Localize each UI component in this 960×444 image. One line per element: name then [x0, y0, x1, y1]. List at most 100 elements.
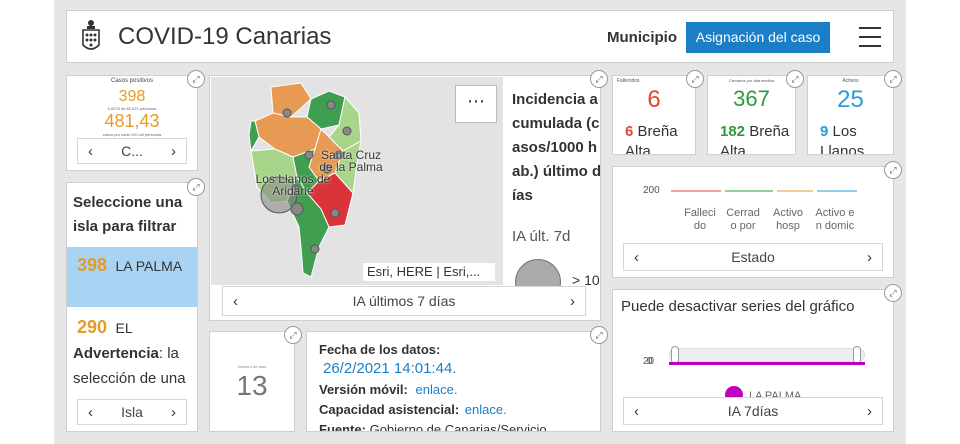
- casos-pager-label: C...: [121, 143, 143, 159]
- isla-pager: ‹ Isla ›: [77, 399, 187, 425]
- expand-icon[interactable]: ⤢: [884, 284, 902, 302]
- active-cases-panel: Activos 25 9 Los Llanos: [807, 75, 894, 155]
- expand-icon[interactable]: ⤢: [187, 178, 205, 196]
- incidencia-ia-label: IA últ. 7d: [512, 228, 571, 245]
- days-panel: Número de días 13: [209, 331, 295, 432]
- isla-warning: Advertencia: la selección de una isla: [73, 341, 191, 397]
- next-arrow-icon[interactable]: ›: [570, 293, 575, 310]
- movil-link[interactable]: enlace: [416, 382, 454, 397]
- island-filter-panel: Seleccione una isla para filtrar 398 LA …: [66, 182, 198, 432]
- activos-sub-value: 9: [820, 123, 829, 140]
- activos-value: 25: [837, 86, 864, 113]
- prev-arrow-icon[interactable]: ‹: [233, 293, 238, 310]
- expand-icon[interactable]: ⤢: [284, 326, 302, 344]
- prev-arrow-icon[interactable]: ‹: [634, 249, 639, 266]
- serie-ytick: 0: [647, 356, 653, 367]
- isla-item-el[interactable]: 290 EL: [77, 315, 193, 341]
- casos-value: 398: [118, 88, 146, 105]
- isla-item-la-palma[interactable]: 398 LA PALMA: [67, 247, 197, 307]
- casos-rate-sub: casos por cada 100 mil personas: [102, 132, 162, 137]
- fallecidos-sub-name: Breña Alta: [625, 123, 678, 155]
- capacidad-label: Capacidad asistencial:: [319, 402, 460, 417]
- series-chart-panel: Puede desactivar series del gráfico 20 0…: [612, 289, 894, 432]
- estado-category: Cerrado por: [726, 207, 760, 232]
- isla-warning-label: Advertencia: [73, 345, 159, 362]
- series-line: [669, 362, 865, 365]
- fallecidos-label: Fallecidos: [617, 78, 640, 84]
- fecha-label: Fecha de los datos:: [319, 342, 441, 357]
- status-chart-panel: 200 Fallecido Cerrado por Activo hosp Ac…: [612, 166, 894, 278]
- isla-title: Seleccione una isla para filtrar: [73, 194, 183, 235]
- isla-pager-label: Isla: [121, 404, 143, 420]
- casos-label: Casos positivos: [110, 78, 154, 84]
- more-options-button[interactable]: ⋯: [455, 85, 497, 123]
- zoom-slider[interactable]: [669, 348, 865, 362]
- next-arrow-icon[interactable]: ›: [867, 403, 872, 420]
- expand-icon[interactable]: ⤢: [786, 70, 804, 88]
- estado-category: Activo hosp: [773, 207, 803, 232]
- capacidad-row: Capacidad asistencial: enlace.: [319, 402, 507, 417]
- serie-pager-label: IA 7días: [727, 403, 779, 419]
- fallecidos-sub-value: 6: [625, 123, 634, 140]
- map-attribution[interactable]: Esri, HERE | Esri,...: [363, 263, 495, 281]
- casos-rate: 481,43: [104, 111, 160, 131]
- fecha-value: 26/2/2021 14:01:44.: [323, 360, 457, 377]
- municipio-label[interactable]: Municipio: [607, 29, 677, 46]
- deaths-panel: Fallecidos 6 6 Breña Alta: [612, 75, 696, 155]
- expand-icon[interactable]: ⤢: [884, 70, 902, 88]
- fuente-label: Fuente:: [319, 422, 366, 432]
- capacidad-link[interactable]: enlace.: [465, 402, 507, 417]
- incidencia-title: Incidencia acumulada (casos/1000 hab.) ú…: [512, 91, 601, 204]
- map-pager-label: IA últimos 7 días: [352, 293, 456, 309]
- estado-pager: ‹ Estado ›: [623, 243, 883, 271]
- canarias-logo-icon: [81, 19, 101, 55]
- casos-pager: ‹ C... ›: [77, 138, 187, 164]
- prev-arrow-icon[interactable]: ‹: [88, 143, 93, 160]
- map-view[interactable]: Santa Cruz de la Palma Los Llanos de Ari…: [211, 77, 503, 285]
- serie-title: Puede desactivar series del gráfico: [621, 298, 855, 315]
- estado-category: Fallecido: [684, 207, 716, 232]
- positive-cases-panel: Casos positivos 398 0,0078 de 82.671 per…: [66, 75, 198, 171]
- expand-icon[interactable]: ⤢: [884, 161, 902, 179]
- isla-item-name: LA PALMA: [115, 258, 183, 274]
- activos-label: Activos: [842, 78, 859, 84]
- fuente-row: Fuente: Gobierno de Canarias/Servicio: [319, 422, 547, 432]
- movil-label: Versión móvil:: [319, 382, 408, 397]
- closed-cases-panel: Cerrados por alta médica 367 182 Breña A…: [707, 75, 796, 155]
- map-town-label: Santa Cruz de la Palma: [319, 148, 383, 174]
- expand-icon[interactable]: ⤢: [590, 326, 608, 344]
- next-arrow-icon[interactable]: ›: [867, 249, 872, 266]
- cerrados-sub-value: 182: [720, 123, 746, 140]
- cerrados-value: 367: [733, 86, 770, 111]
- movil-row: Versión móvil: enlace.: [319, 382, 457, 397]
- days-value: 13: [236, 370, 268, 401]
- info-panel: Fecha de los datos: 26/2/2021 14:01:44. …: [306, 331, 601, 432]
- prev-arrow-icon[interactable]: ‹: [88, 404, 93, 421]
- next-arrow-icon[interactable]: ›: [171, 404, 176, 421]
- serie-pager: ‹ IA 7días ›: [623, 397, 883, 425]
- cerrados-label: Cerrados por alta médica: [729, 78, 774, 83]
- dashboard: COVID-19 Canarias Municipio Asignación d…: [54, 0, 906, 444]
- expand-icon[interactable]: ⤢: [187, 70, 205, 88]
- isla-item-name: EL: [115, 320, 133, 336]
- next-arrow-icon[interactable]: ›: [171, 143, 176, 160]
- fallecidos-sub: 6 Breña Alta: [625, 122, 693, 155]
- map-town-label: Los Llanos de Aridane: [255, 172, 331, 198]
- hamburger-menu-icon[interactable]: [859, 27, 881, 47]
- expand-icon[interactable]: ⤢: [590, 70, 608, 88]
- app-title: COVID-19 Canarias: [118, 23, 332, 50]
- activos-sub: 9 Los Llanos: [820, 122, 891, 154]
- fuente-text: Gobierno de Canarias/Servicio: [369, 422, 547, 432]
- expand-icon[interactable]: ⤢: [686, 70, 704, 88]
- prev-arrow-icon[interactable]: ‹: [634, 403, 639, 420]
- isla-item-value: 398: [77, 255, 108, 275]
- header-bar: COVID-19 Canarias Municipio Asignación d…: [66, 10, 894, 63]
- case-assignment-button[interactable]: Asignación del caso: [686, 22, 830, 53]
- fallecidos-value: 6: [647, 86, 661, 113]
- days-caption: Número de días: [237, 364, 267, 369]
- estado-category: Activo en domic: [815, 207, 855, 232]
- map-pager: ‹ IA últimos 7 días ›: [222, 286, 586, 316]
- isla-item-value: 290: [77, 317, 108, 337]
- estado-pager-label: Estado: [731, 249, 775, 265]
- movil-dot: .: [453, 382, 458, 397]
